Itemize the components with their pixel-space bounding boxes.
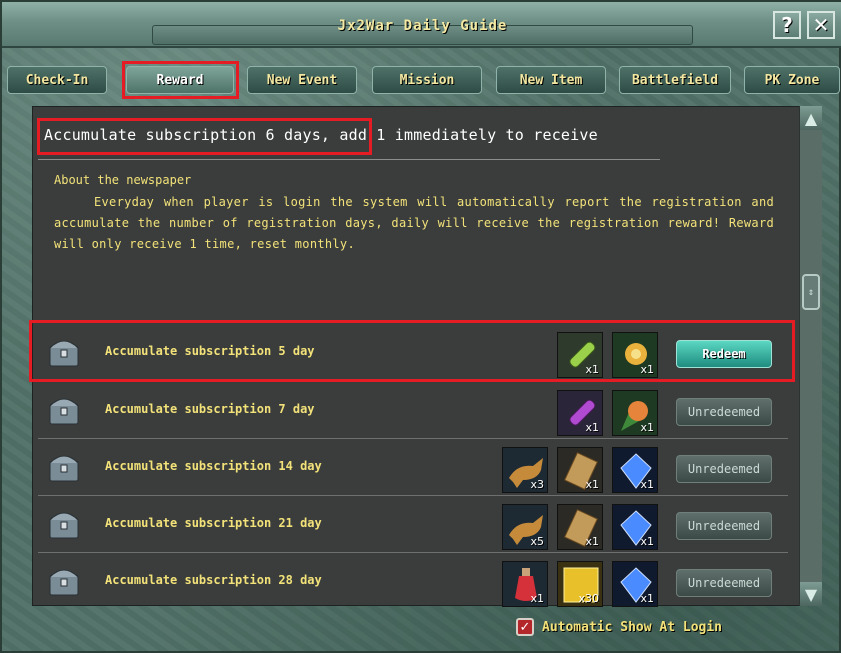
reward-tab-highlight	[122, 61, 239, 99]
headline-divider	[38, 159, 660, 160]
gold-block-icon[interactable]: x30	[557, 561, 603, 607]
treasure-chest-icon	[49, 455, 79, 482]
reward-label: Accumulate subscription 7 day	[105, 402, 315, 416]
treasure-chest-icon	[49, 512, 79, 539]
redeemable-row-highlight	[29, 320, 795, 382]
reward-row: Accumulate subscription 14 day x3 x1 x1 …	[38, 438, 788, 494]
blue-gem-icon[interactable]: x1	[612, 504, 658, 550]
treasure-chest-icon	[49, 569, 79, 596]
item-qty: x3	[530, 478, 544, 491]
scrollbar[interactable]: ▲ ⇕ ▼	[799, 106, 822, 606]
checkbox-checked-icon[interactable]: ✓	[516, 618, 534, 636]
blue-gem-icon[interactable]: x1	[612, 447, 658, 493]
daily-guide-window: Jx2War Daily Guide ? ✕ Check-In Reward N…	[0, 0, 841, 653]
unredeemed-button[interactable]: Unredeemed	[676, 455, 772, 483]
item-qty: x30	[578, 592, 599, 605]
tab-check-in[interactable]: Check-In	[7, 66, 107, 94]
close-button[interactable]: ✕	[807, 11, 835, 39]
reward-row: Accumulate subscription 28 day x1 x30 x1…	[38, 552, 788, 608]
tab-mission[interactable]: Mission	[372, 66, 482, 94]
scroll-down-icon[interactable]: ▼	[800, 582, 822, 606]
scroll-up-icon[interactable]: ▲	[800, 106, 822, 130]
item-qty: x1	[640, 421, 654, 434]
reward-label: Accumulate subscription 21 day	[105, 516, 322, 530]
reward-row: Accumulate subscription 21 day x5 x1 x1 …	[38, 495, 788, 551]
purple-scroll-icon[interactable]: x1	[557, 390, 603, 436]
horse-icon[interactable]: x3	[502, 447, 548, 493]
item-qty: x1	[585, 535, 599, 548]
parchment-icon[interactable]: x1	[557, 447, 603, 493]
auto-show-label: Automatic Show At Login	[542, 619, 723, 635]
title-bar: Jx2War Daily Guide ? ✕	[2, 2, 841, 48]
about-body: Everyday when player is login the system…	[54, 195, 774, 251]
item-qty: x1	[585, 421, 599, 434]
item-qty: x1	[640, 592, 654, 605]
tab-battlefield[interactable]: Battlefield	[619, 66, 731, 94]
unredeemed-button[interactable]: Unredeemed	[676, 512, 772, 540]
reward-row: Accumulate subscription 7 day x1 x1 Unre…	[38, 382, 788, 437]
red-potion-icon[interactable]: x1	[502, 561, 548, 607]
blue-gem-icon[interactable]: x1	[612, 561, 658, 607]
scroll-thumb[interactable]: ⇕	[802, 274, 820, 310]
reward-label: Accumulate subscription 28 day	[105, 573, 322, 587]
reward-label: Accumulate subscription 14 day	[105, 459, 322, 473]
tab-pk-zone[interactable]: PK Zone	[744, 66, 840, 94]
item-qty: x1	[585, 478, 599, 491]
horse-icon[interactable]: x5	[502, 504, 548, 550]
parchment-icon[interactable]: x1	[557, 504, 603, 550]
tab-new-event[interactable]: New Event	[247, 66, 357, 94]
headline-highlight-outline	[37, 118, 372, 155]
item-qty: x1	[530, 592, 544, 605]
about-title: About the newspaper	[54, 173, 192, 187]
treasure-chest-icon	[49, 398, 79, 425]
window-title: Jx2War Daily Guide	[337, 18, 508, 34]
orange-flower-icon[interactable]: x1	[612, 390, 658, 436]
tab-new-item[interactable]: New Item	[496, 66, 606, 94]
unredeemed-button[interactable]: Unredeemed	[676, 569, 772, 597]
auto-show-toggle[interactable]: ✓ Automatic Show At Login	[516, 616, 722, 638]
item-qty: x1	[640, 478, 654, 491]
help-button[interactable]: ?	[773, 11, 801, 39]
item-qty: x5	[530, 535, 544, 548]
item-qty: x1	[640, 535, 654, 548]
unredeemed-button[interactable]: Unredeemed	[676, 398, 772, 426]
